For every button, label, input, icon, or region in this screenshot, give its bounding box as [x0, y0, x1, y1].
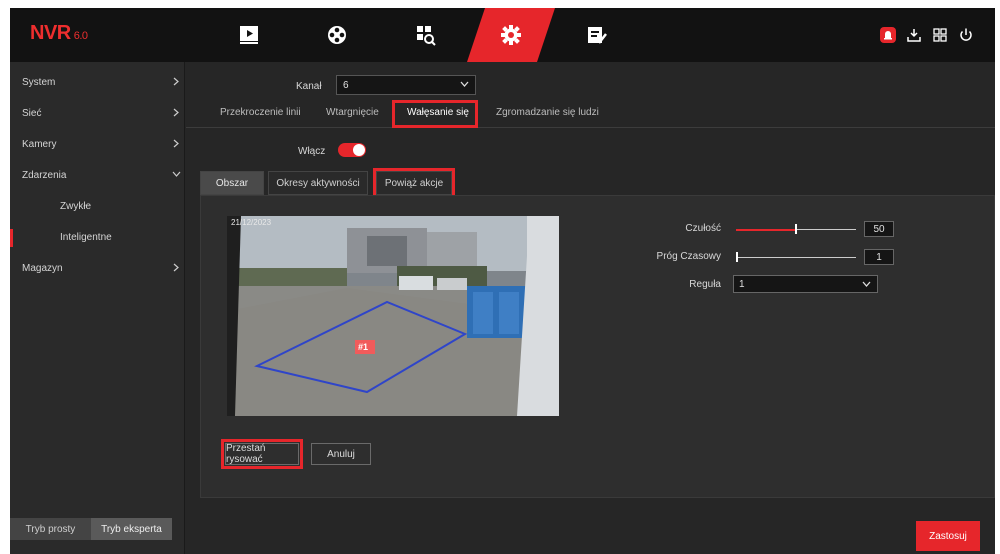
sensitivity-value[interactable]: 50	[864, 221, 894, 237]
sidebar-item-label: System	[22, 76, 56, 88]
power-icon[interactable]	[958, 27, 974, 43]
logo-text: NVR	[30, 22, 71, 44]
time-threshold-value[interactable]: 1	[864, 249, 894, 265]
zone-label: #1	[358, 342, 369, 352]
sidebar-item-label: Magazyn	[22, 262, 63, 274]
channel-select[interactable]: 6	[336, 75, 476, 95]
area-panel: 21/12/2023 #1 Czułość 50 Próg Czasowy 1 …	[200, 195, 995, 498]
cancel-button[interactable]: Anuluj	[311, 443, 371, 465]
time-threshold-slider[interactable]	[736, 257, 856, 258]
chevron-right-icon	[171, 261, 181, 273]
sidebar-item-label: Sieć	[22, 107, 42, 119]
sidebar-item-cameras[interactable]: Kamery	[10, 134, 185, 154]
tab-line-crossing[interactable]: Przekroczenie linii	[220, 107, 301, 118]
sidebar-item-normal[interactable]: Zwykłe	[10, 196, 185, 216]
simple-mode-button[interactable]: Tryb prosty	[10, 518, 91, 540]
nvr-logo: NVR 6.0	[30, 22, 88, 45]
sidebar-item-label: Zdarzenia	[22, 169, 67, 181]
apply-button[interactable]: Zastosuj	[916, 521, 980, 551]
chevron-right-icon	[171, 106, 181, 118]
active-indicator	[10, 229, 13, 247]
alarm-icon[interactable]	[880, 27, 896, 43]
top-bar: NVR 6.0	[10, 8, 995, 62]
time-threshold-label: Próg Czasowy	[656, 251, 721, 262]
highlight-frame	[221, 439, 303, 469]
chevron-right-icon	[171, 137, 181, 149]
chevron-down-icon	[171, 168, 181, 180]
time-threshold-slider-thumb[interactable]	[736, 252, 738, 262]
sidebar-item-label: Zwykłe	[60, 200, 92, 212]
search-icon[interactable]	[412, 22, 438, 48]
chevron-down-icon	[862, 279, 871, 290]
rule-value: 1	[739, 278, 745, 290]
enable-toggle[interactable]	[338, 143, 366, 157]
sidebar-item-label: Kamery	[22, 138, 57, 150]
main-content: Kanał 6 Przekroczenie linii Wtargnięcie …	[186, 62, 995, 554]
tab-crowd-gathering[interactable]: Zgromadzanie się ludzi	[496, 107, 599, 118]
maintenance-icon[interactable]	[584, 22, 610, 48]
sidebar-item-label: Inteligentne	[60, 231, 112, 243]
sidebar-item-storage[interactable]: Magazyn	[10, 258, 185, 278]
chevron-right-icon	[171, 75, 181, 87]
toggle-knob	[353, 144, 365, 156]
channel-label: Kanał	[296, 81, 322, 92]
sidebar-item-smart[interactable]: Inteligentne	[10, 227, 185, 247]
expert-mode-button[interactable]: Tryb eksperta	[91, 518, 172, 540]
download-icon[interactable]	[906, 27, 922, 43]
detection-tabs: Przekroczenie linii Wtargnięcie Wałęsani…	[186, 100, 995, 128]
highlight-frame	[373, 168, 455, 198]
subtab-schedule[interactable]: Okresy aktywności	[268, 171, 368, 195]
chevron-down-icon	[460, 79, 469, 90]
playback-icon[interactable]	[236, 22, 262, 48]
tab-intrusion[interactable]: Wtargnięcie	[326, 107, 379, 118]
nvr-app: NVR 6.0 System Sieć Kamery Zdarzenia Zwy…	[10, 8, 995, 554]
sidebar-item-system[interactable]: System	[10, 72, 185, 92]
channel-value: 6	[343, 79, 349, 91]
video-timestamp: 21/12/2023	[231, 218, 272, 227]
gear-icon[interactable]	[498, 22, 524, 48]
sensitivity-slider-thumb[interactable]	[795, 224, 797, 234]
rule-label: Reguła	[689, 279, 721, 290]
enable-label: Włącz	[298, 146, 326, 157]
rule-select[interactable]: 1	[733, 275, 878, 293]
sensitivity-label: Czułość	[685, 223, 721, 234]
subtab-area[interactable]: Obszar	[200, 171, 264, 195]
multi-screen-icon[interactable]	[932, 27, 948, 43]
film-reel-icon[interactable]	[324, 22, 350, 48]
sidebar: System Sieć Kamery Zdarzenia Zwykłe Inte…	[10, 62, 185, 554]
sidebar-item-network[interactable]: Sieć	[10, 103, 185, 123]
camera-preview[interactable]: 21/12/2023 #1	[227, 216, 559, 416]
tab-loitering[interactable]: Wałęsanie się	[407, 107, 469, 118]
sidebar-item-events[interactable]: Zdarzenia	[10, 165, 185, 185]
sensitivity-slider-fill	[736, 229, 796, 231]
logo-version: 6.0	[73, 30, 88, 42]
mode-switch: Tryb prosty Tryb eksperta	[10, 518, 172, 540]
